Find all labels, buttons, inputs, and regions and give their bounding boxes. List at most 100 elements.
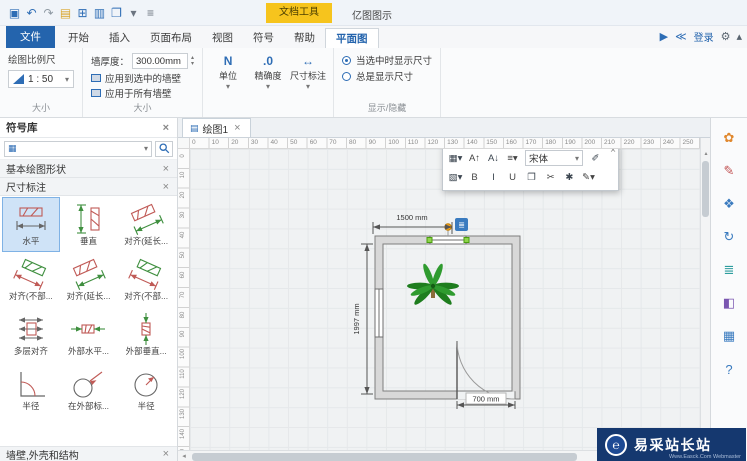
section-dimensioning[interactable]: 尺寸标注 × bbox=[0, 178, 177, 196]
format-painter-icon[interactable]: ✐ bbox=[587, 150, 604, 166]
apply-selected-walls-button[interactable]: 应用到选中的墙壁 bbox=[91, 70, 194, 85]
underline-button[interactable]: U bbox=[504, 169, 521, 185]
dimension-style-button[interactable]: ↔ 尺寸标注 ▾ bbox=[290, 52, 326, 92]
fill-style-icon[interactable]: ▧▾ bbox=[447, 169, 464, 185]
room-walls[interactable] bbox=[374, 235, 521, 399]
close-icon[interactable]: × bbox=[161, 448, 171, 460]
clipart-icon[interactable]: ✿ bbox=[718, 128, 740, 148]
close-icon[interactable]: × bbox=[610, 149, 616, 156]
document-tab[interactable]: ▤ 绘图1 × bbox=[182, 118, 251, 137]
layers-icon[interactable]: ≣ bbox=[718, 260, 740, 280]
spin-down-icon[interactable]: ▾ bbox=[191, 61, 194, 67]
login-button[interactable]: 登录 bbox=[694, 29, 714, 44]
search-button[interactable] bbox=[155, 140, 173, 157]
symbol-item-8[interactable]: 外部垂直... bbox=[117, 307, 175, 362]
help-icon[interactable]: ? bbox=[718, 359, 740, 379]
symbol-item-4[interactable]: 对齐(延长... bbox=[60, 252, 118, 307]
symbol-item-5[interactable]: 对齐(不部... bbox=[117, 252, 175, 307]
history-icon[interactable]: ↻ bbox=[718, 227, 740, 247]
symbol-item-1[interactable]: 垂直 bbox=[60, 197, 118, 252]
selection-handle[interactable] bbox=[426, 236, 433, 243]
symbol-item-7[interactable]: 外部水平... bbox=[60, 307, 118, 362]
palm-plant[interactable] bbox=[407, 262, 459, 306]
scale-select[interactable]: 1 : 50 ▾ bbox=[8, 70, 74, 88]
ribbon-tab-0[interactable]: 文件 bbox=[6, 26, 55, 48]
ribbon-tab-1[interactable]: 开始 bbox=[58, 28, 99, 48]
window-left[interactable] bbox=[374, 288, 384, 337]
border-style-icon[interactable]: ▦▾ bbox=[447, 150, 464, 166]
symbol-item-6[interactable]: 多层对齐 bbox=[2, 307, 60, 362]
search-input[interactable] bbox=[18, 143, 142, 154]
ribbon-tab-6[interactable]: 帮助 bbox=[284, 28, 325, 48]
horizontal-scroll-thumb[interactable] bbox=[192, 452, 577, 461]
vertical-scroll-thumb[interactable] bbox=[702, 160, 709, 217]
library-filter-select[interactable]: ▦ ▾ bbox=[4, 140, 152, 157]
undo-icon[interactable]: ↶ bbox=[23, 6, 40, 20]
ribbon-tab-4[interactable]: 视图 bbox=[202, 28, 243, 48]
symbol-grid: 水平 垂直 对齐(延长... 对齐(不部... 对齐(延长... 对齐(不部..… bbox=[0, 196, 177, 418]
settings-gear-icon[interactable]: ⚙ bbox=[721, 30, 731, 43]
scale-group-title: 绘图比例尺 bbox=[8, 55, 56, 66]
italic-button[interactable]: I bbox=[485, 169, 502, 185]
always-show-radio[interactable]: 总是显示尺寸 bbox=[342, 68, 432, 84]
cut-icon[interactable]: ✂ bbox=[542, 169, 559, 185]
font-increase-icon[interactable]: A↑ bbox=[466, 150, 483, 166]
symbol-item-10[interactable]: 在外部标... bbox=[60, 362, 118, 417]
symbol-item-9[interactable]: 半径 bbox=[2, 362, 60, 417]
ribbon-tab-5[interactable]: 符号 bbox=[243, 28, 284, 48]
font-decrease-icon[interactable]: A↓ bbox=[485, 150, 502, 166]
window-icon[interactable]: ❐ bbox=[108, 6, 125, 20]
symbol-item-11[interactable]: 半径 bbox=[117, 362, 175, 417]
close-icon[interactable]: × bbox=[232, 122, 242, 134]
dimension-left[interactable] bbox=[361, 243, 373, 394]
ribbon-tab-3[interactable]: 页面布局 bbox=[140, 28, 202, 48]
wall-thickness-input[interactable]: 300.00mm bbox=[132, 53, 189, 69]
symbol-item-3[interactable]: 对齐(不部... bbox=[2, 252, 60, 307]
more-icon[interactable]: ▾ bbox=[125, 6, 142, 20]
close-icon[interactable]: × bbox=[161, 122, 171, 134]
close-icon[interactable]: × bbox=[161, 181, 171, 193]
section-walls-structure[interactable]: 墙壁,外壳和结构 × bbox=[0, 446, 177, 461]
symbol-item-0[interactable]: 水平 bbox=[2, 197, 60, 252]
doc-tools-tab[interactable]: 文档工具 bbox=[266, 3, 332, 23]
close-icon[interactable]: × bbox=[161, 163, 171, 175]
copy-icon[interactable]: ❐ bbox=[523, 169, 540, 185]
scroll-left-icon[interactable]: ◂ bbox=[178, 451, 190, 461]
symbols-panel-icon[interactable]: ❖ bbox=[718, 194, 740, 214]
menu-icon[interactable]: ≡ bbox=[142, 6, 159, 20]
shape-quick-button[interactable]: ≣ bbox=[455, 217, 468, 231]
thickness-stepper[interactable]: ▴ ▾ bbox=[191, 55, 194, 67]
drawing-area[interactable]: ≣ 1500 mm 1997 mm 700 mm × ▦▾ A↑ A↓ ≡▾ 宋… bbox=[190, 148, 700, 450]
selection-handle[interactable] bbox=[463, 236, 470, 243]
open-icon[interactable]: ▤ bbox=[57, 6, 74, 20]
floor-plan[interactable]: ≣ 1500 mm 1997 mm 700 mm bbox=[190, 149, 700, 447]
theme-icon[interactable]: ◧ bbox=[718, 293, 740, 313]
share-icon[interactable]: ≪ bbox=[675, 30, 687, 43]
tools-icon[interactable]: ✱ bbox=[561, 169, 578, 185]
vertical-scrollbar[interactable]: ▴ ▾ bbox=[700, 148, 711, 450]
align-text-icon[interactable]: ≡▾ bbox=[504, 150, 521, 166]
section-basic-shapes[interactable]: 基本绘图形状 × bbox=[0, 160, 177, 178]
ribbon-tab-7[interactable]: 平面图 bbox=[325, 28, 379, 48]
apply-all-walls-button[interactable]: 应用于所有墙壁 bbox=[91, 85, 194, 100]
door[interactable] bbox=[456, 340, 516, 399]
window-top[interactable] bbox=[429, 235, 467, 244]
scroll-up-icon[interactable]: ▴ bbox=[701, 149, 711, 159]
collapse-ribbon-icon[interactable]: ▴ bbox=[736, 30, 742, 43]
show-when-selected-radio[interactable]: 当选中时显示尺寸 bbox=[342, 52, 432, 68]
new-icon[interactable]: ⊞ bbox=[74, 6, 91, 20]
pen-panel-icon[interactable]: ✎ bbox=[718, 161, 740, 181]
save-icon[interactable]: ▣ bbox=[6, 6, 23, 20]
task-pane-icon[interactable]: ▦ bbox=[718, 326, 740, 346]
print-icon[interactable]: ▥ bbox=[91, 6, 108, 20]
symbol-item-2[interactable]: 对齐(延长... bbox=[117, 197, 175, 252]
ribbon-tab-2[interactable]: 插入 bbox=[99, 28, 140, 48]
redo-icon[interactable]: ↷ bbox=[40, 6, 57, 20]
pen-icon[interactable]: ✎▾ bbox=[580, 169, 597, 185]
unit-button[interactable]: N 单位 ▾ bbox=[211, 52, 245, 92]
presentation-icon[interactable]: ▶ bbox=[660, 30, 668, 43]
font-select[interactable]: 宋体 ▾ bbox=[525, 150, 583, 166]
dimension-top[interactable] bbox=[372, 221, 453, 234]
bold-button[interactable]: B bbox=[466, 169, 483, 185]
precision-button[interactable]: .0 精确度 ▾ bbox=[251, 52, 285, 92]
